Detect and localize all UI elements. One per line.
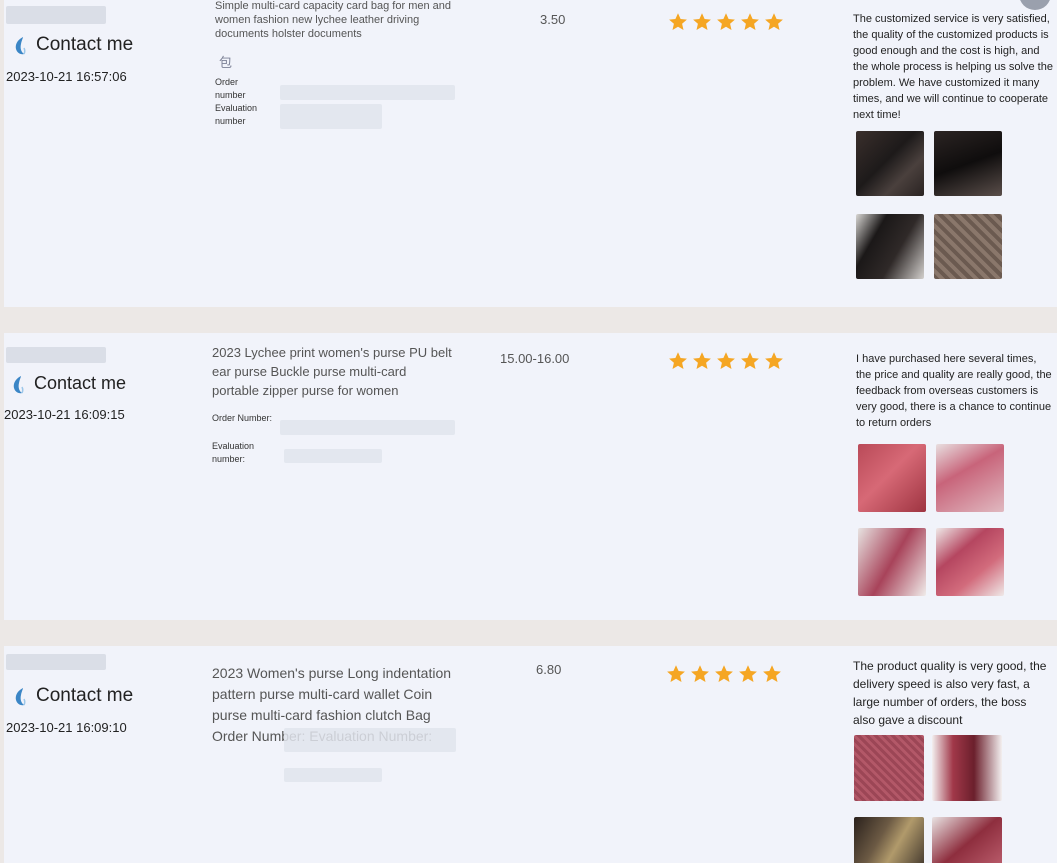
review-photo[interactable] [858,444,926,512]
review-row: Contact me 2023-10-21 16:09:10 2023 Wome… [4,646,1057,863]
order-number-blurred [284,728,456,752]
evaluation-number-blurred [284,449,382,463]
price: 15.00-16.00 [500,351,570,366]
rating-stars [666,664,782,684]
review-photo[interactable] [854,817,924,863]
evaluation-number-blurred [284,768,382,782]
rating-stars [668,12,784,32]
close-button[interactable] [1019,0,1051,10]
contact-icon [12,375,24,393]
order-number-blurred [280,85,455,100]
evaluation-number-label: Evaluation number [215,103,258,126]
review-photo[interactable] [854,735,924,801]
contact-label: Contact me [36,685,134,706]
review-photo[interactable] [936,444,1004,512]
star-icon [693,13,711,30]
contact-me-link[interactable]: Contact me [12,373,126,394]
review-photo[interactable] [856,214,924,279]
contact-me-link[interactable]: Contact me [14,685,133,707]
buyer-name-blurred [6,654,106,670]
review-photo[interactable] [934,214,1002,279]
review-row: Contact me 2023-10-21 16:57:06 Simple mu… [4,0,1057,307]
contact-icon [14,687,26,706]
star-icon [741,13,759,30]
order-number-blurred [280,420,455,435]
star-icon [717,13,735,30]
contact-icon [14,36,26,55]
star-icon [739,665,757,682]
star-icon [765,352,783,369]
star-icon [667,665,685,682]
product-title[interactable]: 2023 Lychee print women's purse PU belt … [212,344,456,401]
order-number-label: Order number [215,77,246,100]
star-icon [717,352,735,369]
review-row: Contact me 2023-10-21 16:09:15 2023 Lych… [4,333,1057,620]
star-icon [693,352,711,369]
review-text: I have purchased here several times, the… [856,353,1052,429]
star-icon [741,352,759,369]
review-photo[interactable] [932,817,1002,863]
review-photo[interactable] [932,735,1002,801]
review-photo[interactable] [856,131,924,196]
evaluation-number-label: Evaluation number: [212,441,255,464]
contact-me-link[interactable]: Contact me [14,34,133,56]
buyer-name-blurred [6,6,106,24]
star-icon [715,665,733,682]
price: 3.50 [540,12,566,27]
star-icon [765,13,783,30]
review-text: The customized service is very satisfied… [853,13,1053,121]
evaluation-number-blurred [280,104,382,129]
star-icon [669,352,687,369]
bag-icon: 包 [219,55,233,70]
contact-label: Contact me [36,34,134,55]
price: 6.80 [536,662,562,677]
review-photo[interactable] [858,528,926,596]
rating-stars [668,351,784,371]
review-text: The product quality is very good, the de… [853,659,1047,727]
order-number-label: Order Number: [212,413,273,423]
buyer-name-blurred [6,347,106,363]
star-icon [763,665,781,682]
star-icon [669,13,687,30]
review-date: 2023-10-21 16:57:06 [6,69,127,84]
review-photo[interactable] [936,528,1004,596]
contact-label: Contact me [34,373,127,393]
review-date: 2023-10-21 16:09:15 [4,407,125,422]
star-icon [691,665,709,682]
review-photo[interactable] [934,131,1002,196]
review-date: 2023-10-21 16:09:10 [6,720,127,735]
product-title[interactable]: Simple multi-card capacity card bag for … [215,0,455,41]
